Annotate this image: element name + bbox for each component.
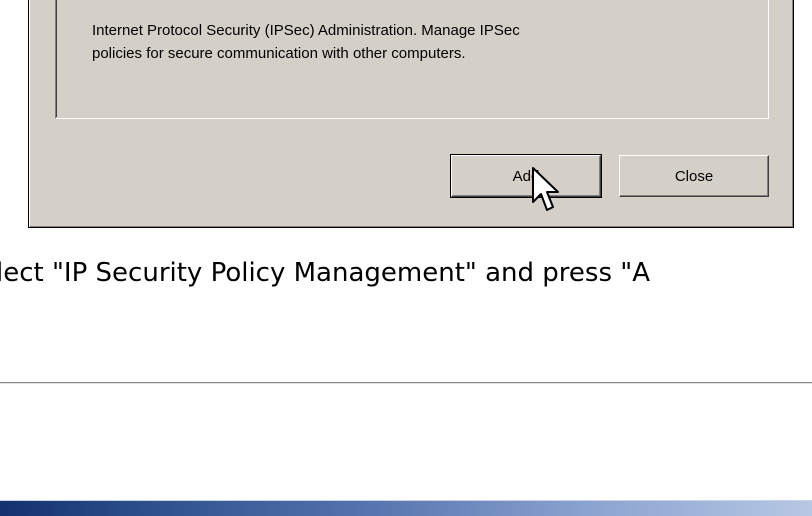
tutorial-instruction: elect "IP Security Policy Management" an…: [0, 258, 812, 288]
add-snapin-dialog: Internet Protocol Security (IPSec) Admin…: [28, 0, 794, 228]
mouse-pointer-icon: [532, 167, 559, 211]
close-button[interactable]: Close: [619, 155, 769, 197]
snapin-description: Internet Protocol Security (IPSec) Admin…: [92, 22, 520, 62]
divider: [0, 382, 812, 384]
add-button[interactable]: Add: [450, 154, 602, 198]
footer-band: [0, 500, 812, 516]
instruction-text: elect "IP Security Policy Management" an…: [0, 258, 651, 288]
description-box: Internet Protocol Security (IPSec) Admin…: [55, 0, 769, 119]
